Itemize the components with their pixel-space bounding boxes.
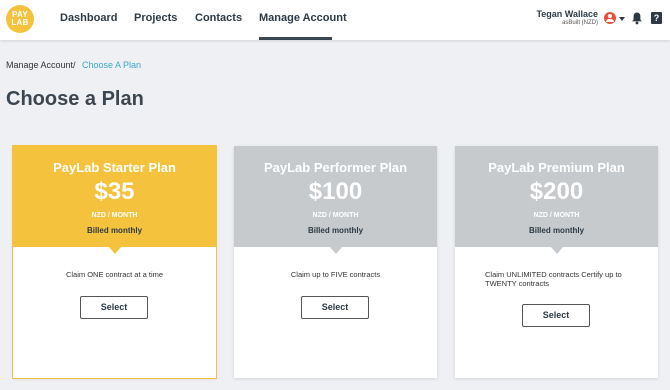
user-organization: asBuilt (NZD) <box>561 20 598 26</box>
nav-dashboard[interactable]: Dashboard <box>60 12 117 24</box>
plan-name: PayLab Starter Plan <box>53 160 176 175</box>
card-pointer-arrow <box>551 247 563 254</box>
plan-price-unit: NZD / MONTH <box>533 212 580 219</box>
plan-price: $200 <box>529 178 584 205</box>
plan-card-premium[interactable]: PayLab Premium Plan $200 NZD / MONTH Bil… <box>455 146 658 378</box>
user-name: Tegan Wallace <box>536 9 598 19</box>
plan-name: PayLab Premium Plan <box>488 160 625 175</box>
plan-card-header: PayLab Starter Plan $35 NZD / MONTH Bill… <box>13 146 216 247</box>
breadcrumb-current: Choose A Plan <box>82 60 142 70</box>
plan-card-performer[interactable]: PayLab Performer Plan $100 NZD / MONTH B… <box>234 146 437 378</box>
card-pointer-arrow <box>109 247 121 254</box>
nav-manage-account[interactable]: Manage Account <box>259 12 347 24</box>
plan-description: Claim ONE contract at a time <box>65 270 164 279</box>
active-nav-indicator <box>259 37 332 40</box>
plan-card-header: PayLab Premium Plan $200 NZD / MONTH Bil… <box>455 146 658 247</box>
bell-icon[interactable] <box>631 11 643 25</box>
chevron-down-icon[interactable] <box>619 17 625 21</box>
help-icon[interactable]: ? <box>651 12 662 24</box>
select-starter-plan-button[interactable]: Select <box>80 296 148 319</box>
plan-billing: Billed monthly <box>86 226 143 235</box>
card-pointer-arrow <box>330 247 342 254</box>
nav-contacts[interactable]: Contacts <box>195 12 242 24</box>
breadcrumb-separator: / <box>73 60 76 70</box>
plan-name: PayLab Performer Plan <box>263 160 408 175</box>
page-title: Choose a Plan <box>6 88 144 110</box>
breadcrumb-manage-account[interactable]: Manage Account <box>6 60 73 70</box>
plan-price: $35 <box>94 178 135 205</box>
plan-description: Claim UNLIMITED contracts Certify up to … <box>485 270 622 288</box>
top-navigation-bar: PAY LAB Dashboard Projects Contacts Manag… <box>0 0 670 40</box>
paylab-logo[interactable]: PAY LAB <box>6 5 34 33</box>
plan-description: Claim up to FIVE contracts <box>290 270 381 279</box>
nav-projects[interactable]: Projects <box>134 12 177 24</box>
select-premium-plan-button[interactable]: Select <box>522 304 590 327</box>
select-performer-plan-button[interactable]: Select <box>301 296 369 319</box>
plan-card-header: PayLab Performer Plan $100 NZD / MONTH B… <box>234 146 437 247</box>
plan-price-unit: NZD / MONTH <box>91 212 138 219</box>
plan-price-unit: NZD / MONTH <box>312 212 359 219</box>
plan-card-starter[interactable]: PayLab Starter Plan $35 NZD / MONTH Bill… <box>12 145 217 379</box>
plan-price: $100 <box>308 178 363 205</box>
user-avatar-icon[interactable] <box>604 12 616 24</box>
plan-billing: Billed monthly <box>307 226 364 235</box>
plan-billing: Billed monthly <box>528 226 585 235</box>
